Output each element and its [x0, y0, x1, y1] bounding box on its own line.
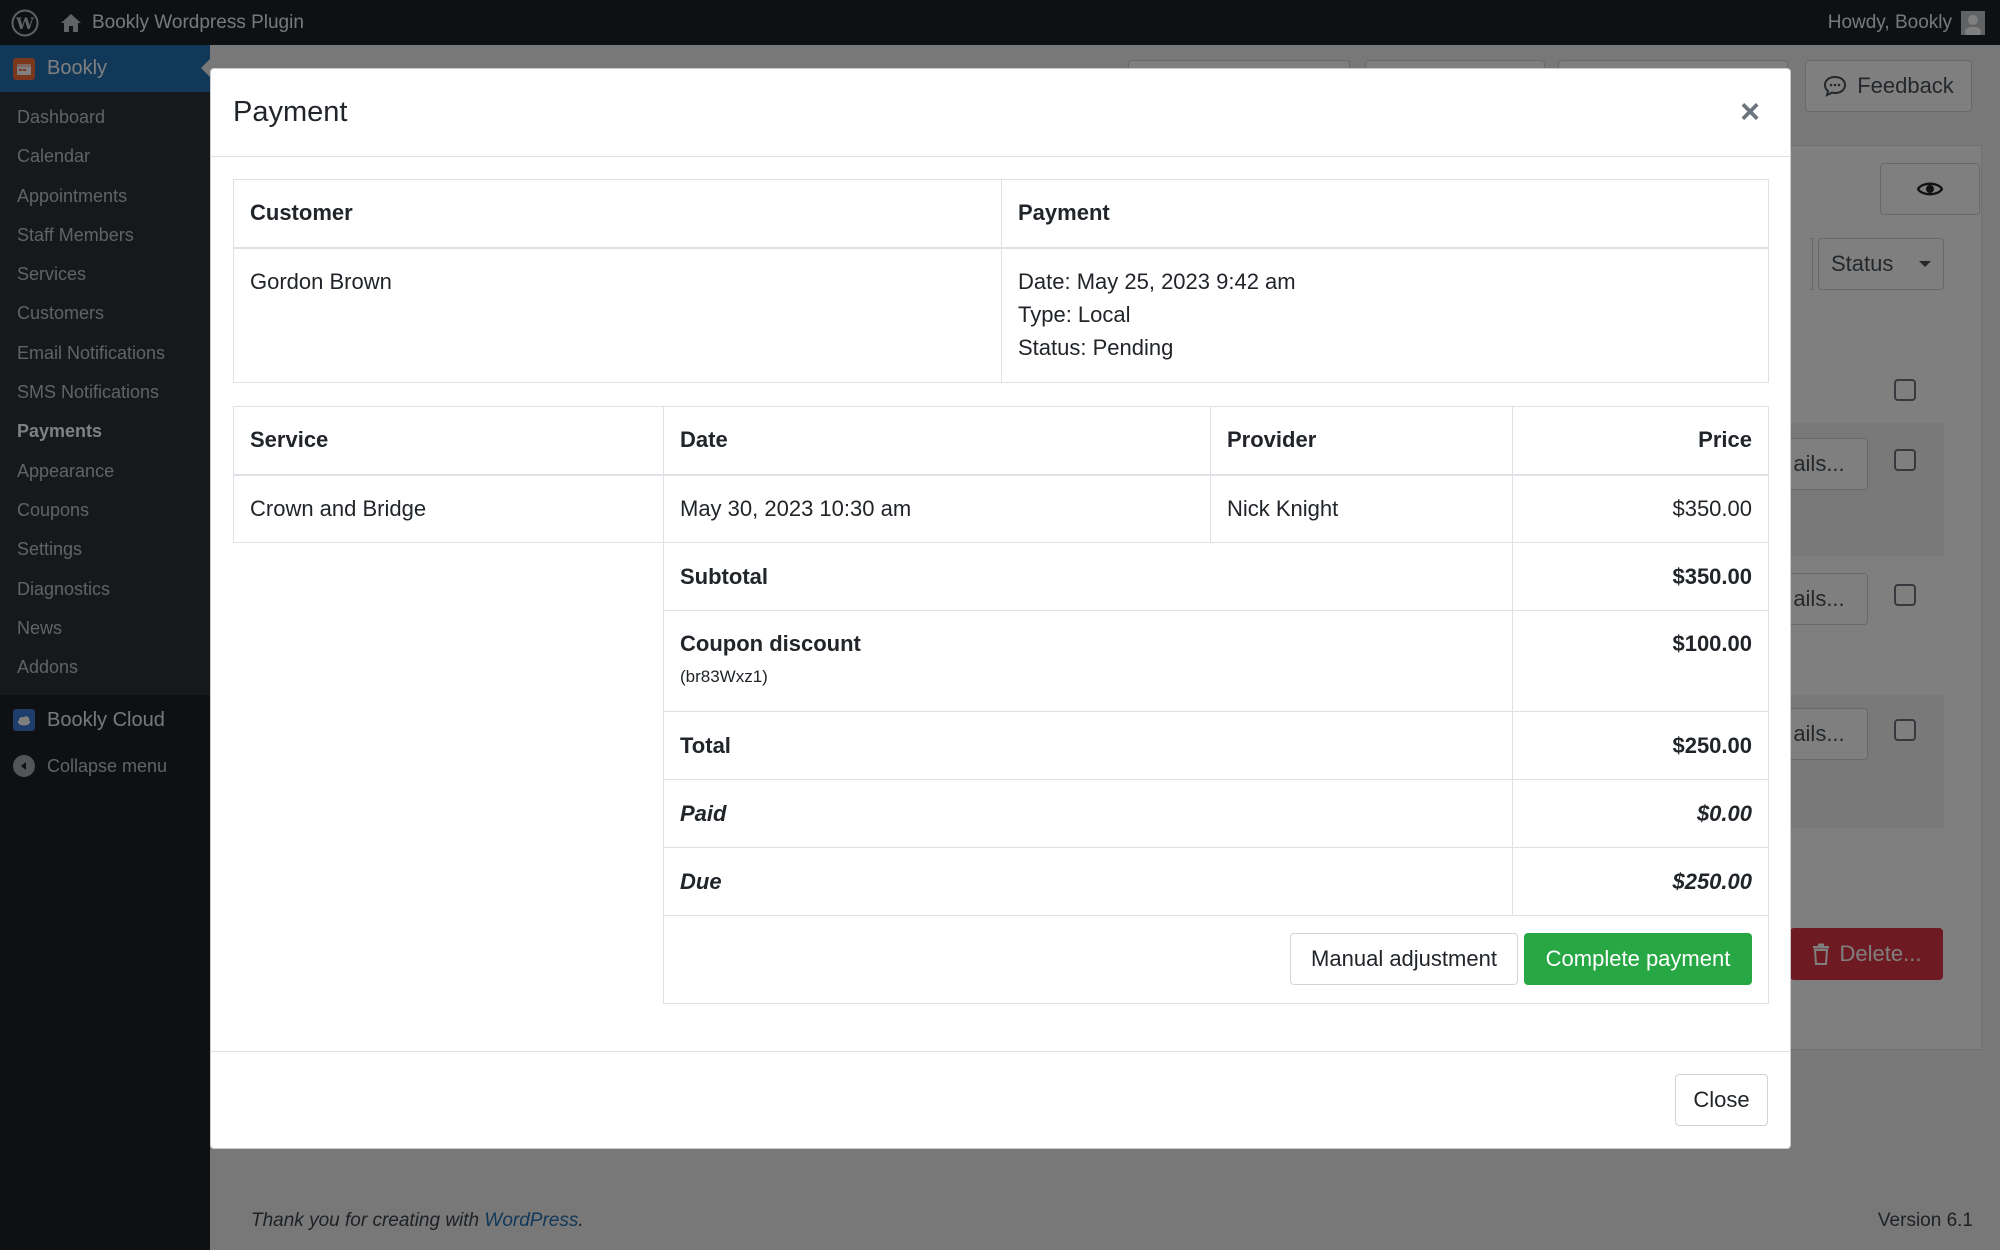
payment-items-table: Service Date Provider Price Crown and Br…	[233, 406, 1769, 1004]
subtotal-row: Subtotal $350.00	[233, 542, 1769, 611]
payment-details: Date: May 25, 2023 9:42 am Type: Local S…	[1001, 247, 1769, 383]
service-header: Service	[233, 406, 664, 476]
payment-date: Date: May 25, 2023 9:42 am	[1018, 268, 1296, 294]
actions-cell: Manual adjustment Complete payment	[663, 915, 1769, 1004]
payment-info-table: Customer Payment Gordon Brown Date: May …	[233, 179, 1769, 383]
empty-cell	[233, 847, 664, 916]
coupon-code: (br83Wxz1)	[680, 667, 768, 686]
payment-type: Type: Local	[1018, 301, 1131, 327]
date-cell: May 30, 2023 10:30 am	[663, 474, 1211, 543]
total-row: Total $250.00	[233, 711, 1769, 780]
subtotal-label: Subtotal	[663, 542, 1513, 611]
modal-header: Payment ×	[211, 69, 1790, 157]
empty-cell	[233, 542, 664, 611]
close-icon[interactable]: ×	[1740, 95, 1760, 129]
provider-header: Provider	[1210, 406, 1513, 476]
manual-adjustment-button[interactable]: Manual adjustment	[1290, 933, 1518, 985]
actions-row: Manual adjustment Complete payment	[233, 915, 1769, 1004]
total-value: $250.00	[1512, 711, 1769, 780]
subtotal-value: $350.00	[1512, 542, 1769, 611]
empty-cell	[233, 711, 664, 780]
coupon-label: Coupon discount	[680, 631, 861, 656]
close-button[interactable]: Close	[1675, 1074, 1768, 1126]
payment-status: Status: Pending	[1018, 334, 1174, 360]
table-row: Crown and Bridge May 30, 2023 10:30 am N…	[233, 474, 1769, 543]
coupon-cell: Coupon discount (br83Wxz1)	[663, 610, 1513, 712]
empty-cell	[233, 610, 664, 712]
empty-cell	[233, 779, 664, 848]
empty-cell	[233, 915, 664, 1004]
provider-cell: Nick Knight	[1210, 474, 1513, 543]
due-row: Due $250.00	[233, 847, 1769, 916]
customer-name: Gordon Brown	[233, 247, 1002, 383]
paid-value: $0.00	[1512, 779, 1769, 848]
modal-body: Customer Payment Gordon Brown Date: May …	[233, 179, 1769, 1004]
total-label: Total	[663, 711, 1513, 780]
due-label: Due	[663, 847, 1513, 916]
customer-header: Customer	[233, 179, 1002, 249]
coupon-value: $100.00	[1512, 610, 1769, 712]
date-header: Date	[663, 406, 1211, 476]
service-cell: Crown and Bridge	[233, 474, 664, 543]
payment-modal: Payment × Customer Payment Gordon Brown …	[210, 68, 1791, 1149]
due-value: $250.00	[1512, 847, 1769, 916]
payment-header: Payment	[1001, 179, 1769, 249]
price-cell: $350.00	[1512, 474, 1769, 543]
modal-footer: Close	[211, 1051, 1790, 1148]
price-header: Price	[1512, 406, 1769, 476]
paid-row: Paid $0.00	[233, 779, 1769, 848]
complete-payment-button[interactable]: Complete payment	[1524, 933, 1752, 985]
modal-title: Payment	[233, 96, 348, 128]
coupon-row: Coupon discount (br83Wxz1) $100.00	[233, 610, 1769, 712]
paid-label: Paid	[663, 779, 1513, 848]
